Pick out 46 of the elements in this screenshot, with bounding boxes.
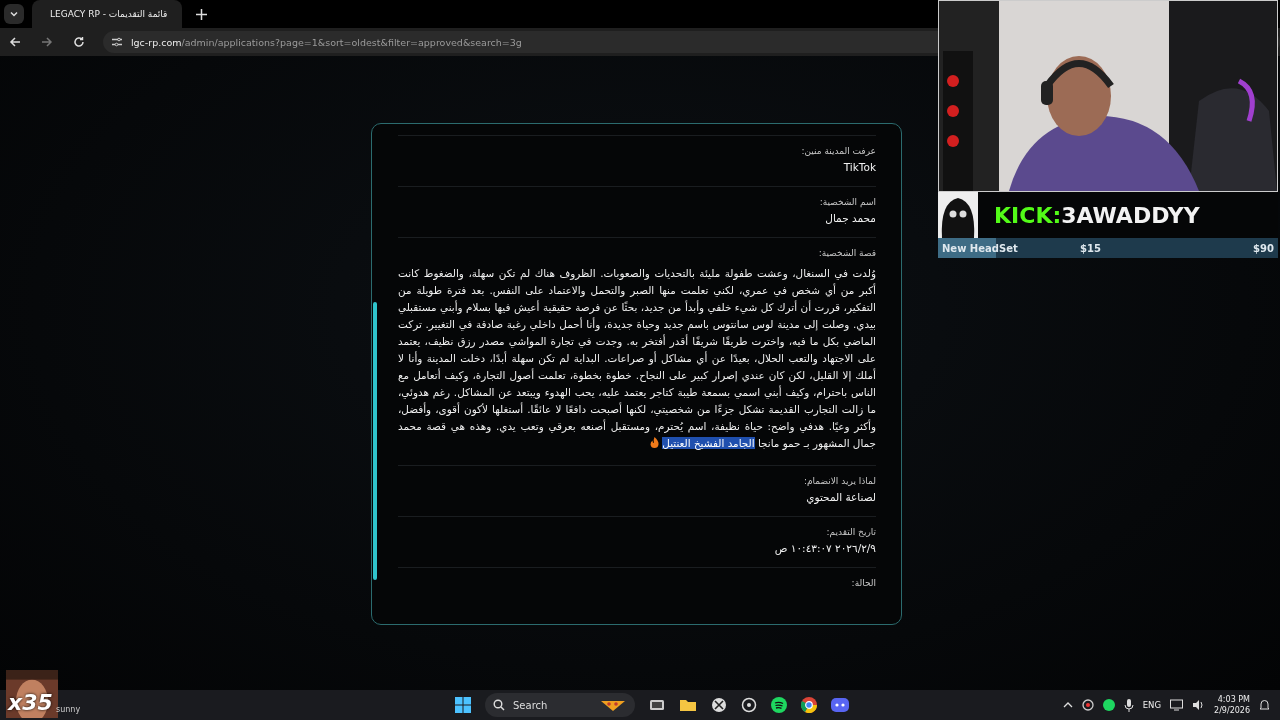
channel-name: 3AWADDYY	[1061, 202, 1200, 228]
channel-prefix: KICK:	[994, 202, 1062, 228]
search-icon	[493, 699, 505, 711]
goal-current: $15	[1079, 242, 1101, 254]
volume-icon[interactable]	[1192, 699, 1206, 711]
caret-icon	[9, 9, 19, 19]
field-value: محمد جمال	[825, 212, 876, 224]
clock-time[interactable]: 4:03 PM	[1217, 695, 1250, 704]
clock-date[interactable]: 2/9/2026	[1214, 706, 1250, 715]
field-label: لماذا يريد الانضمام:	[803, 476, 876, 486]
reload-icon[interactable]	[72, 36, 85, 48]
flame-icon	[649, 437, 659, 448]
start-icon[interactable]	[455, 697, 471, 713]
folder-icon[interactable]	[679, 697, 697, 713]
microphone-icon[interactable]	[1123, 698, 1134, 712]
task-view-icon[interactable]	[649, 697, 665, 713]
browser-icon[interactable]	[801, 697, 817, 713]
pizza-icon	[599, 698, 627, 712]
browser-tab[interactable]: LEGACY RP - قائمة التقديمات	[32, 0, 182, 28]
weather-text: sunny	[56, 705, 81, 714]
forward-icon[interactable]	[40, 36, 53, 48]
field-label: عرفت المدينة منين:	[801, 146, 876, 156]
site-settings-icon[interactable]	[110, 36, 123, 48]
back-icon[interactable]	[9, 36, 21, 48]
chat-app-icon[interactable]	[831, 698, 849, 712]
field-value: لصناعة المحتوي	[806, 491, 876, 503]
chevron-up-icon[interactable]	[1062, 700, 1073, 710]
field-label: تاريخ التقديم:	[826, 527, 876, 537]
url-text: lgc-rp.com/admin/applications?page=1&sort=oldest&filter=approved&search=3g	[130, 36, 522, 48]
notification-bell-icon[interactable]	[1259, 699, 1270, 711]
search-field[interactable]: Search	[485, 693, 635, 717]
tab-title: LEGACY RP - قائمة التقديمات	[50, 9, 168, 19]
field-value: ٢٠٢٦/٢/٩ ١٠:٤٣:٠٧ ص	[774, 542, 876, 554]
field-value: TikTok	[843, 161, 876, 173]
field-label: اسم الشخصية:	[819, 197, 876, 207]
field-label: قصة الشخصية:	[818, 248, 876, 258]
language-indicator[interactable]: ENG	[1142, 700, 1162, 710]
music-app-icon[interactable]	[771, 697, 787, 713]
new-tab-icon[interactable]	[196, 8, 207, 20]
goal-label: New HeadSet	[942, 242, 1018, 254]
scrollbar[interactable]	[373, 302, 377, 580]
tab-menu-button[interactable]	[4, 4, 24, 24]
emote-count: x35	[8, 690, 53, 715]
field-label: الحالة:	[851, 578, 876, 588]
goal-target: $90	[1253, 242, 1274, 254]
story-paragraph: وُلدت في السنغال، وعشت طفولة مليئة بالتحديات والصعوبات. الظروف هناك لم تكن سهلة، والضغوط كانت أكبر من أي شخص في عمري، لكني تعلمت منها الصبر والتحمل والاعتماد على النفس. بعد فترة طويلة من التفكير، قررت أن أترك كل شيء خلفي وأبدأ من جديد، بحثًا عن فرصة حقيقية أعيش فيها بسلام وأبني مستقبلي بيدي. وصلت إلى مدينة لوس سانتوس باسم جديد وحياة جديدة، وأنا أحمل داخلي رغبة صادقة في التغيير. تركت الماضي بكل ما فيه، واخترت طريقًا شريفًا أقدر أفتخر به. وجدت في تجارة المواشي مصدر رزق نظيف، يعتمد على الاجتهاد والتعب الحلال، بعيدًا عن أي مشاكل أو صراعات. البداية لم تكن سهلة أبدًا، دخلت المدينة وأنا لا أملك إلا القليل، لكن كان عندي إصرار كبير على النجاح. خطوة بخطوة، تعلمت أصول التجارة، وكيف أتعامل مع الناس باحترام، وكيف أبني اسمي بسمعة طيبة كتاجر يعتمد عليه، يحب الهدوء ويبتعد عن المشاكل. رغم هدوئي، ما زالت التجارب القديمة تشكل جزءًا من شخصيتي، لكنها أصبحت دافعًا لا عائقًا. أستغلها لأكون أقوى، وأفضل، وأكثر وعيًا. هدفي واضح: حياة نظيفة، اسم يُحترم، ومستقبل أصنعه بعرقي وتعب يدي. وهذه هي قصة محمد جمال المشهور بـ حمو مانجا الجامد الفشيخ العنتيل	[398, 266, 876, 452]
